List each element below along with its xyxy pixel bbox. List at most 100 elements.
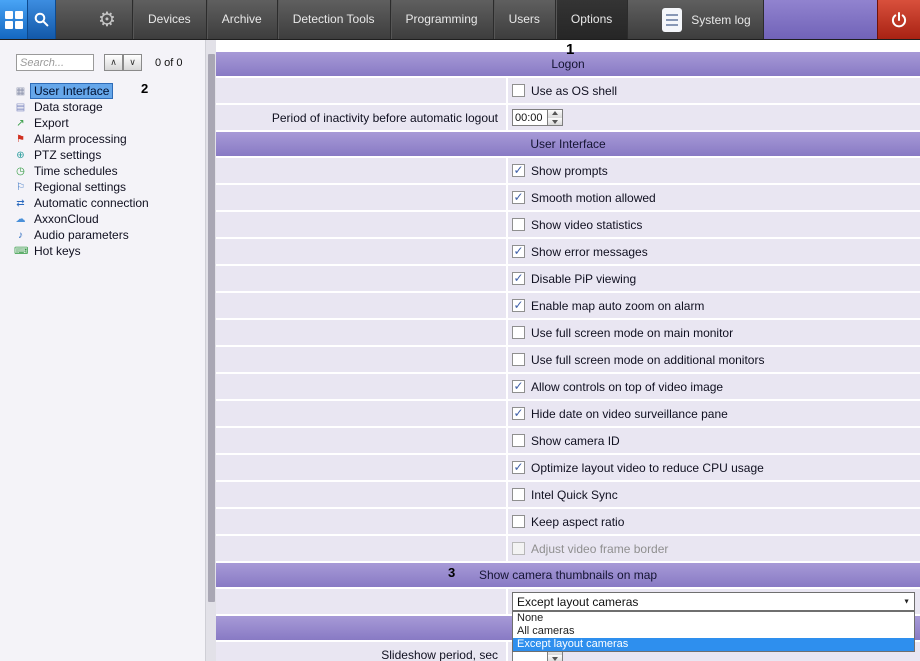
checkbox-label: Show prompts xyxy=(531,164,608,178)
main-scrollbar[interactable] xyxy=(205,40,216,661)
thumbnails-header-text: Show camera thumbnails on map xyxy=(479,568,657,582)
sidebar-item-label: User Interface xyxy=(31,84,112,98)
checkbox-show-video-statistics[interactable] xyxy=(512,218,525,231)
checkbox-use-full-screen-mode-on-additional-monitors[interactable] xyxy=(512,353,525,366)
checkbox-label: Enable map auto zoom on alarm xyxy=(531,299,704,313)
checkbox-optimize-layout-video-to-reduce-cpu-usage[interactable]: ✓ xyxy=(512,461,525,474)
sidebar-item-label: Alarm processing xyxy=(31,132,130,146)
setting-row-right: ✓Show error messages xyxy=(508,239,920,264)
setting-row-left xyxy=(216,266,508,291)
data-storage-icon: ▤ xyxy=(14,102,27,113)
setting-row: ✓Smooth motion allowed xyxy=(216,185,920,210)
setting-row-left xyxy=(216,347,508,372)
checkbox-intel-quick-sync[interactable] xyxy=(512,488,525,501)
spin-down-button[interactable] xyxy=(548,118,562,126)
inactivity-label: Period of inactivity before automatic lo… xyxy=(216,105,508,130)
setting-row-right: Show camera ID xyxy=(508,428,920,453)
checkbox-label: Use full screen mode on main monitor xyxy=(531,326,733,340)
thumbnails-dropdown-list: NoneAll camerasExcept layout cameras xyxy=(512,611,915,652)
ptz-settings-icon: ⊕ xyxy=(14,150,27,161)
setting-row-right: ✓ Show prompts xyxy=(508,158,920,183)
settings-gear-button[interactable]: ⚙ xyxy=(92,0,122,39)
menu-item-detection-tools[interactable]: Detection Tools xyxy=(278,0,391,39)
annotation-2: 2 xyxy=(141,81,148,96)
checkbox-label: Show video statistics xyxy=(531,218,642,232)
system-log-button[interactable]: System log xyxy=(650,0,762,39)
menu-item-users[interactable]: Users xyxy=(494,0,556,39)
checkbox-label: Allow controls on top of video image xyxy=(531,380,723,394)
audio-parameters-icon: ♪ xyxy=(14,230,27,241)
setting-row: Keep aspect ratio xyxy=(216,509,920,534)
sidebar-item-user-interface[interactable]: ▦User Interface xyxy=(14,83,205,99)
dropdown-option-none[interactable]: None xyxy=(513,612,914,625)
check-icon: ✓ xyxy=(513,246,523,257)
sidebar-item-audio-parameters[interactable]: ♪ Audio parameters xyxy=(14,227,205,243)
alarm-processing-icon: ⚑ xyxy=(14,134,27,145)
menu-item-programming[interactable]: Programming xyxy=(391,0,494,39)
sidebar-item-time-schedules[interactable]: ◷Time schedules xyxy=(14,163,205,179)
checkbox-show-error-messages[interactable]: ✓ xyxy=(512,245,525,258)
logon-header-text: Logon xyxy=(551,57,584,71)
setting-row-left xyxy=(216,374,508,399)
setting-row: ✓Show error messages xyxy=(216,239,920,264)
sidebar-item-export[interactable]: ↗Export xyxy=(14,115,205,131)
menu-item-archive[interactable]: Archive xyxy=(207,0,278,39)
inactivity-row: Period of inactivity before automatic lo… xyxy=(216,105,920,130)
sidebar-item-label: Audio parameters xyxy=(31,228,132,242)
setting-row: Adjust video frame border xyxy=(216,536,920,561)
checkbox-show-camera-id[interactable] xyxy=(512,434,525,447)
apps-grid-button[interactable] xyxy=(0,0,28,39)
search-row: ∧ ∨ 0 of 0 xyxy=(0,40,205,71)
checkbox-show-prompts[interactable]: ✓ xyxy=(512,164,525,177)
setting-row: ✓ Show prompts xyxy=(216,158,920,183)
setting-row-left xyxy=(216,320,508,345)
menu-item-options[interactable]: Options xyxy=(556,0,628,39)
checkbox-enable-map-auto-zoom-on-alarm[interactable]: ✓ xyxy=(512,299,525,312)
inactivity-input[interactable] xyxy=(512,109,548,126)
checkbox-adjust-video-frame-border[interactable] xyxy=(512,542,525,555)
dropdown-option-all-cameras[interactable]: All cameras xyxy=(513,625,914,638)
spin-down-button[interactable] xyxy=(548,655,562,661)
sidebar-item-label: Automatic connection xyxy=(31,196,152,210)
sidebar-item-label: PTZ settings xyxy=(31,148,104,162)
checkbox-hide-date-on-video-surveillance-pane[interactable]: ✓ xyxy=(512,407,525,420)
search-prev-button[interactable]: ∧ xyxy=(104,54,123,71)
checkbox-keep-aspect-ratio[interactable] xyxy=(512,515,525,528)
dropdown-caret-icon: ▼ xyxy=(903,598,910,605)
checkbox-allow-controls-on-top-of-video-image[interactable]: ✓ xyxy=(512,380,525,393)
search-tile-button[interactable] xyxy=(28,0,56,39)
sidebar-item-automatic-connection[interactable]: ⇄Automatic connection xyxy=(14,195,205,211)
app-window: ⚙ DevicesArchiveDetection ToolsProgrammi… xyxy=(0,0,920,661)
checkbox-use-full-screen-mode-on-main-monitor[interactable] xyxy=(512,326,525,339)
sidebar-item-hot-keys[interactable]: ⌨Hot keys xyxy=(14,243,205,259)
power-button[interactable] xyxy=(877,0,920,39)
search-input[interactable] xyxy=(16,54,94,71)
thumbnails-dropdown[interactable]: Except layout cameras▼ xyxy=(512,592,915,611)
search-next-button[interactable]: ∨ xyxy=(123,54,142,71)
setting-row-right: ✓Hide date on video surveillance pane xyxy=(508,401,920,426)
checkbox-label: Keep aspect ratio xyxy=(531,515,624,529)
setting-row-left xyxy=(216,509,508,534)
checkbox-use-as-os-shell[interactable] xyxy=(512,84,525,97)
spin-up-button[interactable] xyxy=(548,110,562,118)
setting-row-right: ✓ Allow controls on top of video image xyxy=(508,374,920,399)
checkbox-disable-pip-viewing[interactable]: ✓ xyxy=(512,272,525,285)
dropdown-option-except-layout-cameras[interactable]: Except layout cameras xyxy=(513,638,914,651)
setting-row-left xyxy=(216,428,508,453)
sidebar-item-alarm-processing[interactable]: ⚑ Alarm processing xyxy=(14,131,205,147)
menu-item-devices[interactable]: Devices xyxy=(132,0,207,39)
sidebar-item-data-storage[interactable]: ▤Data storage xyxy=(14,99,205,115)
check-icon: ✓ xyxy=(513,165,523,176)
user-interface-header-text: User Interface xyxy=(530,137,605,151)
check-icon: ✓ xyxy=(513,381,523,392)
sidebar-item-regional-settings[interactable]: ⚐Regional settings xyxy=(14,179,205,195)
setting-row-left xyxy=(216,482,508,507)
checkbox-smooth-motion-allowed[interactable]: ✓ xyxy=(512,191,525,204)
user-interface-header: User Interface xyxy=(216,132,920,156)
sidebar: ∧ ∨ 0 of 0 ▦User Interface▤Data storage↗… xyxy=(0,40,205,661)
sidebar-item-ptz-settings[interactable]: ⊕ PTZ settings xyxy=(14,147,205,163)
checkbox-label: Use full screen mode on additional monit… xyxy=(531,353,764,367)
scrollbar-thumb[interactable] xyxy=(208,54,215,602)
annotation-1: 1 xyxy=(566,41,574,58)
sidebar-item-axxoncloud[interactable]: ☁AxxonCloud xyxy=(14,211,205,227)
